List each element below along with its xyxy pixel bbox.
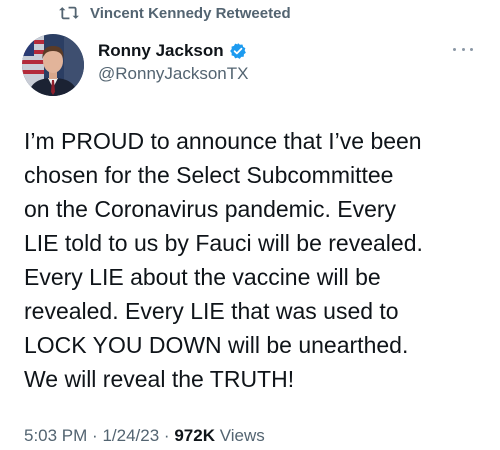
avatar[interactable] [22, 34, 84, 96]
author-display-name[interactable]: Ronny Jackson [98, 41, 224, 61]
more-dot [453, 47, 456, 51]
author-name-row: Ronny Jackson [98, 40, 249, 62]
tweet-metadata: 5:03 PM · 1/24/23 · 972K Views [24, 426, 265, 446]
more-dot [470, 47, 473, 51]
retweet-icon [59, 6, 79, 20]
more-options-icon[interactable] [453, 46, 473, 52]
views-label: Views [219, 426, 265, 445]
avatar-image [22, 34, 84, 96]
verified-badge-icon [229, 43, 246, 59]
retweet-indicator: Vincent Kennedy Retweeted [58, 2, 291, 24]
retweet-text[interactable]: Vincent Kennedy Retweeted [90, 5, 291, 22]
more-dot [461, 47, 465, 51]
tweet-date[interactable]: 1/24/23 [102, 426, 159, 445]
meta-separator: · [92, 426, 98, 445]
meta-separator: · [163, 426, 170, 445]
tweet-author: Ronny Jackson @RonnyJacksonTX [98, 40, 249, 84]
tweet-text: I’m PROUD to announce that I’ve been cho… [24, 128, 423, 392]
author-handle[interactable]: @RonnyJacksonTX [98, 64, 249, 84]
tweet-time[interactable]: 5:03 PM [24, 426, 87, 445]
views-count[interactable]: 972K [174, 426, 215, 445]
